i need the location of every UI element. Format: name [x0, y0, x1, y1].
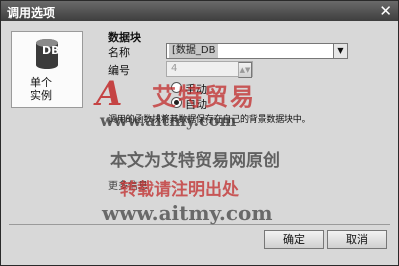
- close-icon[interactable]: ✕: [379, 2, 392, 20]
- watermark-logo-name: 艾特贸易: [152, 82, 256, 111]
- title-bar: 调用选项 ✕: [1, 1, 398, 21]
- window-title: 调用选项: [7, 6, 56, 20]
- watermark-logo: A: [96, 74, 123, 114]
- name-select-value: [数据_DB: [169, 44, 219, 58]
- watermark-line1: 本文为艾特贸易网原创: [110, 151, 280, 171]
- cancel-button[interactable]: 取消: [327, 230, 387, 249]
- section-title: 数据块: [108, 31, 141, 44]
- number-spinner: 4 ▲▼: [166, 61, 253, 78]
- watermark-line2: 转载请注明出处: [120, 180, 239, 200]
- tile-label: 单个 实例: [30, 76, 52, 102]
- call-options-dialog: 调用选项 ✕ DB 单个 实例 数据块 名称 [数据_DB ▼ 编号 4 ▲▼ …: [0, 0, 399, 266]
- ok-button[interactable]: 确定: [264, 230, 324, 249]
- watermark-url-top: www.aitmy.com: [100, 111, 237, 130]
- name-select[interactable]: [数据_DB ▼: [166, 43, 348, 59]
- name-label: 名称: [108, 46, 130, 59]
- watermark-url-bottom: www.aitmy.com: [102, 201, 273, 225]
- chevron-down-icon[interactable]: ▼: [333, 44, 347, 58]
- db-icon-label: DB: [42, 44, 60, 57]
- number-value: 4: [171, 63, 178, 74]
- spinner-arrows-icon: ▲▼: [238, 62, 252, 78]
- single-instance-tile[interactable]: DB 单个 实例: [11, 31, 83, 108]
